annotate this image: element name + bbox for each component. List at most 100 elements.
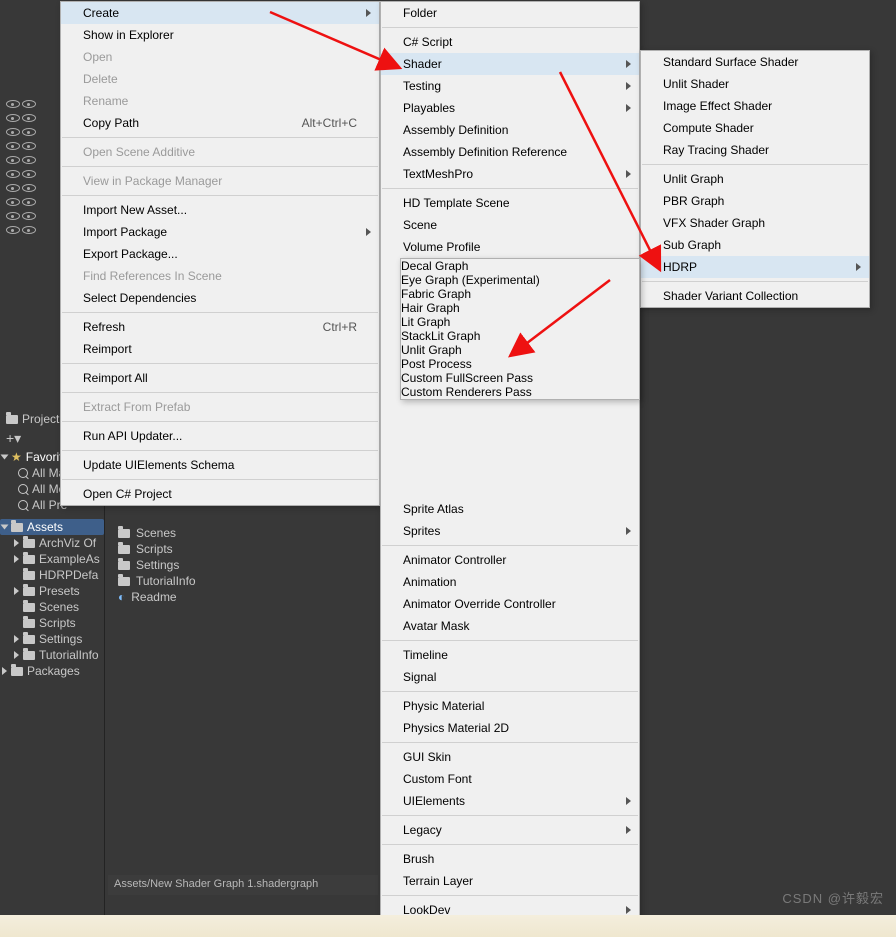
menu-shader[interactable]: Shader [381, 53, 639, 75]
menu-avatar-mask[interactable]: Avatar Mask [381, 615, 639, 637]
menu-show-in-explorer[interactable]: Show in Explorer [61, 24, 379, 46]
menu-select-dependencies[interactable]: Select Dependencies [61, 287, 379, 309]
eye-icon[interactable] [6, 226, 20, 234]
eye-icon[interactable] [6, 198, 20, 206]
menu-sprite-atlas[interactable]: Sprite Atlas [381, 498, 639, 520]
eye-icon[interactable] [22, 142, 36, 150]
tree-item[interactable]: Scenes [0, 599, 104, 615]
menu-lit-graph[interactable]: Lit Graph [401, 315, 639, 329]
tree-assets[interactable]: Assets [0, 519, 104, 535]
eye-icon[interactable] [22, 128, 36, 136]
menu-signal[interactable]: Signal [381, 666, 639, 688]
menu-sprites[interactable]: Sprites [381, 520, 639, 542]
tree-item[interactable]: Scripts [0, 615, 104, 631]
menu-copy-path[interactable]: Copy PathAlt+Ctrl+C [61, 112, 379, 134]
menu-physics-material-2d[interactable]: Physics Material 2D [381, 717, 639, 739]
list-item[interactable]: Settings [108, 557, 378, 573]
menu-custom-fullscreen-pass[interactable]: Custom FullScreen Pass [401, 371, 639, 385]
eye-icon[interactable] [6, 156, 20, 164]
menu-volume-profile[interactable]: Volume Profile [381, 236, 639, 258]
menu-decal-graph[interactable]: Decal Graph [401, 259, 639, 273]
menu-reimport[interactable]: Reimport [61, 338, 379, 360]
menu-update-uielements[interactable]: Update UIElements Schema [61, 454, 379, 476]
eye-icon[interactable] [22, 184, 36, 192]
menu-unlit-graph[interactable]: Unlit Graph [401, 343, 639, 357]
menu-scene[interactable]: Scene [381, 214, 639, 236]
menu-playables[interactable]: Playables [381, 97, 639, 119]
menu-import-asset[interactable]: Import New Asset... [61, 199, 379, 221]
menu-unlit-shader[interactable]: Unlit Shader [641, 73, 869, 95]
menu-image-effect-shader[interactable]: Image Effect Shader [641, 95, 869, 117]
menu-create[interactable]: Create [61, 2, 379, 24]
menu-open-csharp-project[interactable]: Open C# Project [61, 483, 379, 505]
menu-brush[interactable]: Brush [381, 848, 639, 870]
menu-animator-override[interactable]: Animator Override Controller [381, 593, 639, 615]
menu-standard-surface-shader[interactable]: Standard Surface Shader [641, 51, 869, 73]
tree-item[interactable]: ArchViz Of [0, 535, 104, 551]
menu-uielements[interactable]: UIElements [381, 790, 639, 812]
eye-icon[interactable] [22, 100, 36, 108]
tree-item[interactable]: TutorialInfo [0, 647, 104, 663]
tree-packages[interactable]: Packages [0, 663, 104, 679]
eye-icon[interactable] [6, 142, 20, 150]
menu-stacklit-graph[interactable]: StackLit Graph [401, 329, 639, 343]
menu-animation[interactable]: Animation [381, 571, 639, 593]
menu-refresh[interactable]: RefreshCtrl+R [61, 316, 379, 338]
menu-pbr-graph[interactable]: PBR Graph [641, 190, 869, 212]
eye-icon[interactable] [22, 212, 36, 220]
eye-icon[interactable] [22, 114, 36, 122]
eye-icon[interactable] [22, 170, 36, 178]
menu-folder[interactable]: Folder [381, 2, 639, 24]
add-button[interactable]: +▾ [6, 430, 21, 447]
menu-reimport-all[interactable]: Reimport All [61, 367, 379, 389]
menu-unlit-graph[interactable]: Unlit Graph [641, 168, 869, 190]
menu-export-package[interactable]: Export Package... [61, 243, 379, 265]
menu-csharp-script[interactable]: C# Script [381, 31, 639, 53]
list-item[interactable]: Scenes [108, 525, 378, 541]
eye-icon[interactable] [22, 198, 36, 206]
menu-hd-template-scene[interactable]: HD Template Scene [381, 192, 639, 214]
tree-item[interactable]: ExampleAs [0, 551, 104, 567]
chevron-right-icon [14, 635, 19, 643]
menu-legacy[interactable]: Legacy [381, 819, 639, 841]
tree-item[interactable]: Presets [0, 583, 104, 599]
project-tab-label[interactable]: Project [22, 412, 59, 426]
menu-assembly-definition[interactable]: Assembly Definition [381, 119, 639, 141]
menu-hdrp[interactable]: HDRP [641, 256, 869, 278]
eye-icon[interactable] [22, 156, 36, 164]
menu-sub-graph[interactable]: Sub Graph [641, 234, 869, 256]
eye-icon[interactable] [6, 184, 20, 192]
context-menu-assets: Create Show in Explorer Open Delete Rena… [60, 1, 380, 506]
eye-icon[interactable] [6, 212, 20, 220]
menu-testing[interactable]: Testing [381, 75, 639, 97]
menu-hair-graph[interactable]: Hair Graph [401, 301, 639, 315]
menu-eye-graph[interactable]: Eye Graph (Experimental) [401, 273, 639, 287]
eye-icon[interactable] [22, 226, 36, 234]
menu-assembly-definition-ref[interactable]: Assembly Definition Reference [381, 141, 639, 163]
tree-item[interactable]: Settings [0, 631, 104, 647]
menu-compute-shader[interactable]: Compute Shader [641, 117, 869, 139]
eye-icon[interactable] [6, 100, 20, 108]
menu-textmeshpro[interactable]: TextMeshPro [381, 163, 639, 185]
menu-physic-material[interactable]: Physic Material [381, 695, 639, 717]
menu-custom-renderers-pass[interactable]: Custom Renderers Pass [401, 385, 639, 399]
menu-fabric-graph[interactable]: Fabric Graph [401, 287, 639, 301]
menu-terrain-layer[interactable]: Terrain Layer [381, 870, 639, 892]
menu-run-api-updater[interactable]: Run API Updater... [61, 425, 379, 447]
eye-icon[interactable] [6, 170, 20, 178]
menu-vfx-shader-graph[interactable]: VFX Shader Graph [641, 212, 869, 234]
menu-animator-controller[interactable]: Animator Controller [381, 549, 639, 571]
menu-gui-skin[interactable]: GUI Skin [381, 746, 639, 768]
list-item[interactable]: TutorialInfo [108, 573, 378, 589]
eye-icon[interactable] [6, 114, 20, 122]
menu-shader-variant-collection[interactable]: Shader Variant Collection [641, 285, 869, 307]
list-item[interactable]: ◐Readme [108, 589, 378, 605]
eye-icon[interactable] [6, 128, 20, 136]
list-item[interactable]: Scripts [108, 541, 378, 557]
menu-import-package[interactable]: Import Package [61, 221, 379, 243]
menu-custom-font[interactable]: Custom Font [381, 768, 639, 790]
menu-ray-tracing-shader[interactable]: Ray Tracing Shader [641, 139, 869, 161]
menu-timeline[interactable]: Timeline [381, 644, 639, 666]
tree-item[interactable]: HDRPDefa [0, 567, 104, 583]
menu-post-process[interactable]: Post Process [401, 357, 639, 371]
